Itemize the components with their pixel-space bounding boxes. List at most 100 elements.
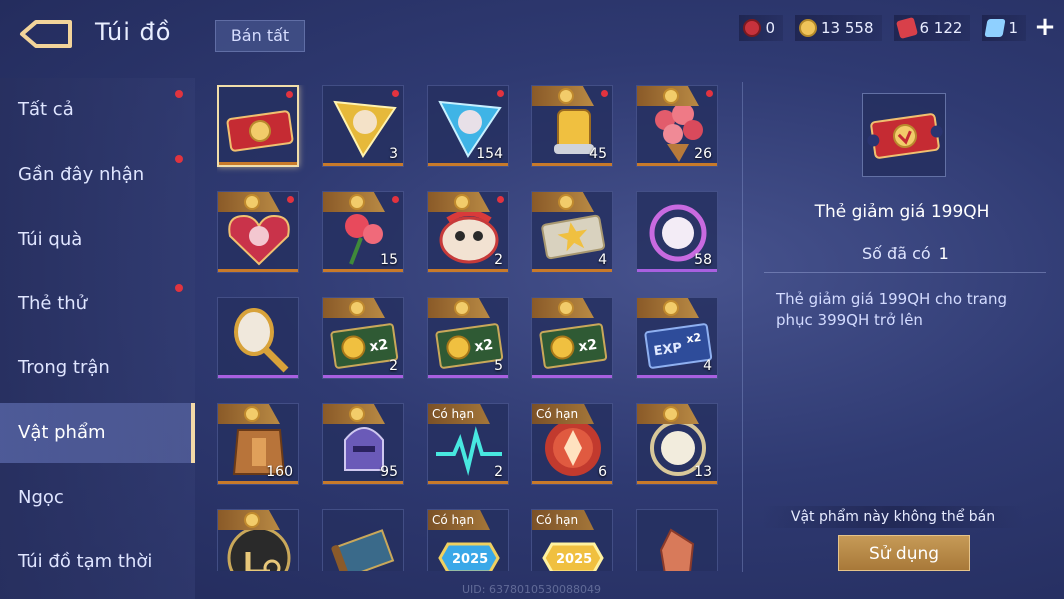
item-slot[interactable]: 2 bbox=[427, 191, 509, 273]
sidebar-item-label: Túi quà bbox=[18, 229, 83, 250]
notification-dot bbox=[175, 155, 183, 163]
item-slot[interactable]: 2025 Có hạn bbox=[427, 509, 509, 571]
gold-coin-icon bbox=[558, 88, 574, 104]
item-slot[interactable]: Có hạn 2 bbox=[427, 403, 509, 485]
item-description: Thẻ giảm giá 199QH cho trang phục 399QH … bbox=[776, 290, 1008, 329]
owned-value: 1 bbox=[938, 244, 949, 263]
item-slot[interactable]: 13 bbox=[636, 403, 718, 485]
sidebar-item-label: Gần đây nhận bbox=[18, 164, 145, 185]
currency-value: 0 bbox=[765, 19, 775, 37]
page-title: Túi đồ bbox=[95, 18, 172, 46]
item-slot[interactable]: 154 bbox=[427, 85, 509, 167]
item-slot[interactable]: 26 bbox=[636, 85, 718, 167]
gold-coin-icon bbox=[663, 88, 679, 104]
back-button[interactable] bbox=[18, 18, 74, 50]
add-currency-button[interactable]: + bbox=[1026, 14, 1064, 42]
cannot-sell-notice: Vật phẩm này không thể bán bbox=[762, 506, 1024, 528]
item-slot[interactable]: 95 bbox=[322, 403, 404, 485]
top-bar: Túi đồ Bán tất 0 13 558 6 122 1 + bbox=[0, 0, 1064, 62]
sidebar-item-recent[interactable]: Gần đây nhận bbox=[0, 145, 195, 205]
sidebar-item-label: Vật phẩm bbox=[18, 422, 106, 443]
notification-dot bbox=[497, 196, 504, 203]
rarity-bar bbox=[637, 481, 717, 484]
item-slot[interactable] bbox=[217, 297, 299, 379]
back-arrow-icon bbox=[20, 20, 72, 48]
user-id: UID: 6378010530088049 bbox=[462, 583, 601, 596]
rarity-bar bbox=[323, 269, 403, 272]
item-slot[interactable] bbox=[322, 509, 404, 571]
item-quantity: 6 bbox=[598, 464, 607, 480]
item-slot[interactable]: 45 bbox=[531, 85, 613, 167]
rarity-bar bbox=[323, 481, 403, 484]
rarity-bar bbox=[637, 163, 717, 166]
item-slot[interactable]: 4 bbox=[531, 191, 613, 273]
notification-dot bbox=[286, 91, 293, 98]
item-slot[interactable] bbox=[636, 509, 718, 571]
rarity-bar bbox=[323, 375, 403, 378]
limited-tag: Có hạn bbox=[532, 404, 594, 424]
item-quantity: 13 bbox=[694, 464, 712, 480]
limited-tag: Có hạn bbox=[532, 510, 594, 530]
gold-coin-icon bbox=[799, 19, 817, 37]
svg-text:x2: x2 bbox=[577, 337, 598, 355]
sidebar-item-all[interactable]: Tất cả bbox=[0, 80, 195, 140]
sidebar-item-trial-cards[interactable]: Thẻ thử bbox=[0, 274, 195, 334]
notification-dot bbox=[175, 90, 183, 98]
item-slot[interactable]: 3 bbox=[322, 85, 404, 167]
item-slot[interactable] bbox=[217, 85, 299, 167]
gold-coin-icon bbox=[244, 512, 260, 528]
item-slot[interactable]: 58 bbox=[636, 191, 718, 273]
sidebar-item-label: Ngọc bbox=[18, 487, 64, 508]
item-quantity: 160 bbox=[266, 464, 293, 480]
notification-dot bbox=[287, 196, 294, 203]
item-quantity: 2 bbox=[494, 252, 503, 268]
gold-coin-icon bbox=[558, 194, 574, 210]
notification-dot bbox=[392, 90, 399, 97]
rarity-bar bbox=[218, 481, 298, 484]
item-slot[interactable]: Có hạn 6 bbox=[531, 403, 613, 485]
use-button[interactable]: Sử dụng bbox=[838, 535, 970, 571]
rarity-bar bbox=[428, 375, 508, 378]
gold-coin-icon bbox=[244, 406, 260, 422]
svg-text:x2: x2 bbox=[473, 337, 494, 355]
currency-gold-coin[interactable]: 13 558 bbox=[795, 15, 882, 41]
sidebar-item-gems[interactable]: Ngọc bbox=[0, 468, 195, 528]
currency-red-token[interactable]: 0 bbox=[739, 15, 783, 41]
currency-value: 13 558 bbox=[821, 19, 874, 37]
currency-blue-gem[interactable]: 1 bbox=[982, 15, 1026, 41]
item-quantity: 26 bbox=[694, 146, 712, 162]
gold-coin-icon bbox=[349, 300, 365, 316]
gold-coin-icon bbox=[454, 300, 470, 316]
gold-coin-icon bbox=[663, 406, 679, 422]
sidebar-item-in-battle[interactable]: Trong trận bbox=[0, 338, 195, 398]
rarity-bar bbox=[532, 269, 612, 272]
item-slot[interactable]: x2 5 bbox=[427, 297, 509, 379]
selected-item-name: Thẻ giảm giá 199QH bbox=[814, 202, 990, 222]
item-quantity: 58 bbox=[694, 252, 712, 268]
item-slot[interactable]: x2 bbox=[531, 297, 613, 379]
item-slot[interactable] bbox=[217, 509, 299, 571]
item-slot[interactable]: x2 2 bbox=[322, 297, 404, 379]
rarity-bar bbox=[218, 269, 298, 272]
selected-item-icon bbox=[862, 93, 946, 177]
notification-dot bbox=[497, 90, 504, 97]
sidebar-item-temp-bag[interactable]: Túi đồ tạm thời bbox=[0, 532, 195, 592]
currency-red-voucher[interactable]: 6 122 bbox=[893, 15, 971, 41]
rarity-bar bbox=[637, 375, 717, 378]
currency-value: 1 bbox=[1008, 19, 1018, 37]
item-slot[interactable]: 15 bbox=[322, 191, 404, 273]
notification-dot bbox=[706, 90, 713, 97]
item-quantity: 2 bbox=[389, 358, 398, 374]
currency-value: 6 122 bbox=[919, 19, 963, 37]
rarity-bar bbox=[219, 162, 297, 165]
item-slot[interactable] bbox=[217, 191, 299, 273]
item-slot[interactable]: EXP x2 4 bbox=[636, 297, 718, 379]
sidebar-item-label: Tất cả bbox=[18, 99, 74, 120]
sidebar-item-gift-bag[interactable]: Túi quà bbox=[0, 210, 195, 270]
sell-all-button[interactable]: Bán tất bbox=[215, 20, 305, 52]
item-slot[interactable]: 2025 Có hạn bbox=[531, 509, 613, 571]
rarity-bar bbox=[428, 269, 508, 272]
item-slot[interactable]: 160 bbox=[217, 403, 299, 485]
amber-crystal-icon bbox=[659, 528, 695, 571]
sidebar-item-items[interactable]: Vật phẩm bbox=[0, 403, 195, 463]
